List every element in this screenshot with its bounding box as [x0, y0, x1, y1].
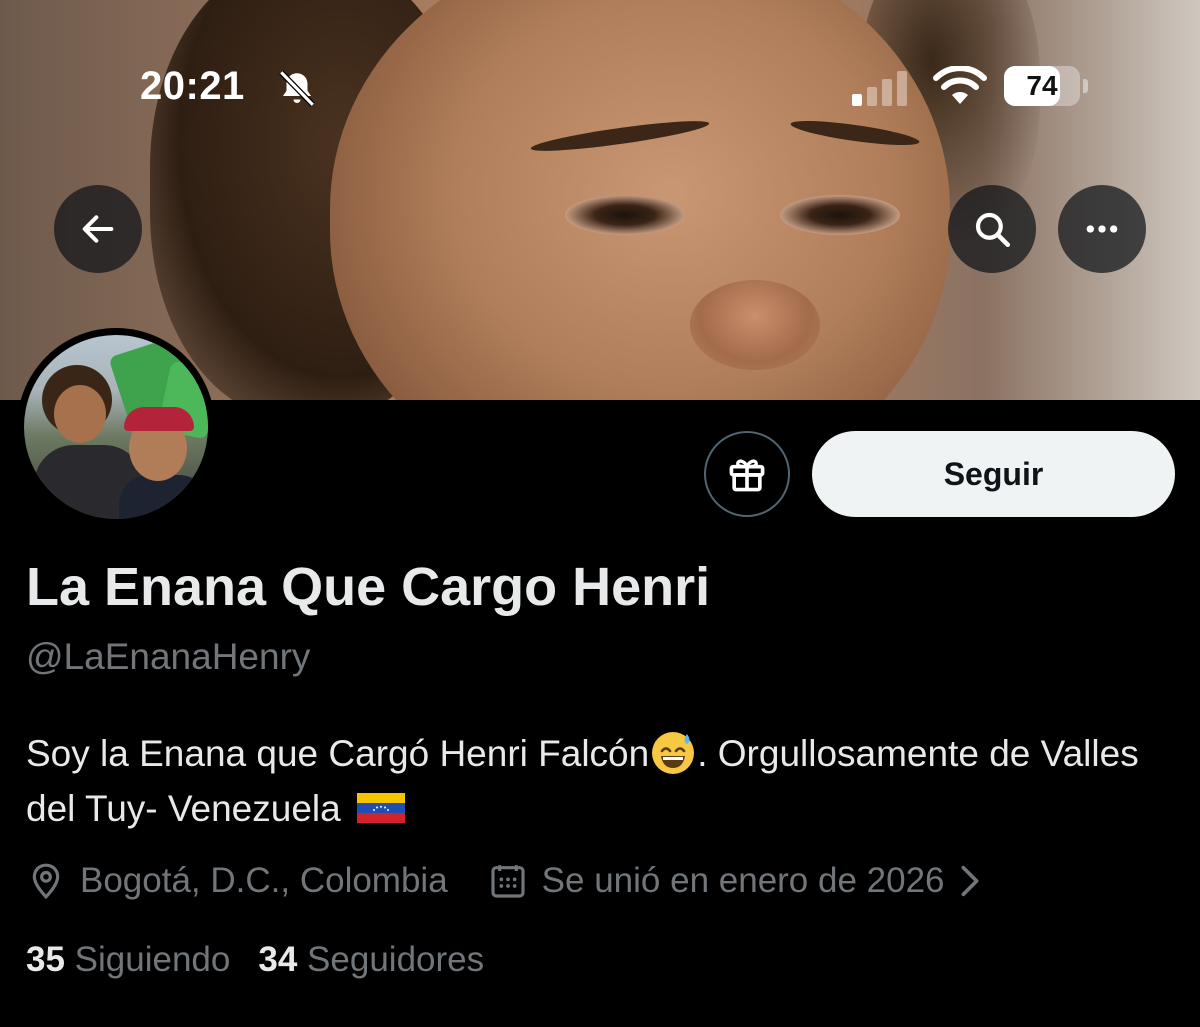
avatar[interactable] — [17, 328, 215, 526]
cellular-signal-icon — [852, 71, 907, 106]
status-time: 20:21 — [140, 64, 245, 108]
grinning-sweat-emoji-icon — [652, 732, 695, 774]
joined-date-link[interactable]: Se unió en enero de 2026 — [542, 861, 945, 901]
display-name: La Enana Que Cargo Henri — [26, 557, 711, 617]
following-label: Siguiendo — [74, 940, 231, 979]
follow-counts: 35 Siguiendo 34 Seguidores — [26, 940, 484, 980]
bio-text: Soy la Enana que Cargó Henri Falcón — [26, 733, 650, 774]
followers-label: Seguidores — [307, 940, 485, 979]
profile-meta: Bogotá, D.C., Colombia Se unió en enero … — [26, 858, 983, 904]
profile-bio: Soy la Enana que Cargó Henri Falcón . Or… — [26, 726, 1176, 836]
calendar-icon — [491, 865, 525, 898]
more-horizontal-icon — [1086, 225, 1118, 233]
arrow-left-icon — [82, 215, 114, 243]
follow-button[interactable]: Seguir — [812, 431, 1175, 517]
venezuela-flag-icon — [357, 793, 405, 823]
followers-link[interactable]: 34 Seguidores — [258, 940, 484, 979]
back-button[interactable] — [54, 185, 142, 273]
location-pin-icon — [32, 863, 60, 900]
username-handle: @LaEnanaHenry — [26, 636, 311, 677]
wifi-icon — [933, 66, 987, 104]
chevron-right-icon[interactable] — [957, 861, 983, 901]
following-count: 35 — [26, 940, 65, 979]
following-link[interactable]: 35 Siguiendo — [26, 940, 230, 979]
gift-button[interactable] — [704, 431, 790, 517]
followers-count: 34 — [258, 940, 298, 979]
battery-indicator: 74 — [1004, 66, 1088, 106]
location-text: Bogotá, D.C., Colombia — [80, 861, 448, 900]
search-button[interactable] — [948, 185, 1036, 273]
more-options-button[interactable] — [1058, 185, 1146, 273]
bell-off-icon — [279, 70, 315, 107]
search-icon — [975, 212, 1011, 248]
gift-icon — [729, 459, 765, 492]
